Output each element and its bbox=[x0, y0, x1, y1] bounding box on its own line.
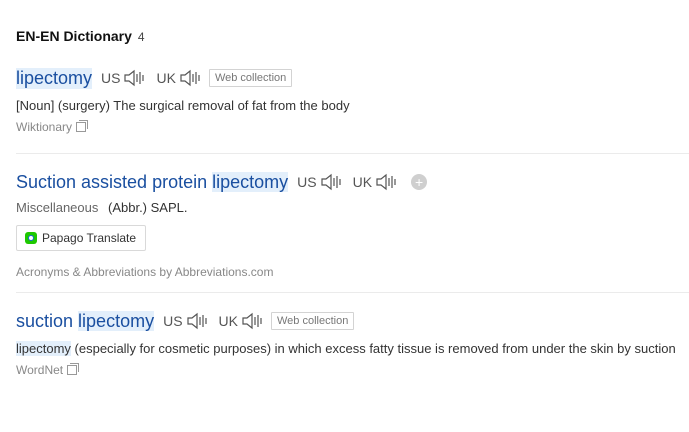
copy-icon[interactable] bbox=[67, 363, 80, 375]
headword-link[interactable]: Suction assisted protein lipectomy bbox=[16, 171, 289, 193]
source-label[interactable]: WordNet bbox=[16, 363, 63, 377]
definition: Miscellaneous (Abbr.) SAPL. bbox=[16, 200, 689, 215]
source-row: Acronyms & Abbreviations by Abbreviation… bbox=[16, 265, 689, 279]
pron-uk: UK bbox=[156, 69, 202, 87]
plus-circle-icon[interactable]: + bbox=[411, 174, 428, 190]
definition: [Noun] (surgery) The surgical removal of… bbox=[16, 98, 350, 113]
entry-lipectomy: lipectomy US UK Web collection [Noun] (s… bbox=[16, 66, 689, 134]
dictionary-header: EN-EN Dictionary 4 bbox=[16, 28, 145, 44]
web-collection-tag: Web collection bbox=[270, 312, 355, 330]
papago-translate-button[interactable]: Papago Translate bbox=[16, 225, 147, 251]
speaker-icon[interactable] bbox=[375, 173, 399, 191]
pron-us: US bbox=[101, 69, 147, 87]
result-count: 4 bbox=[137, 30, 145, 44]
copy-icon[interactable] bbox=[76, 120, 89, 132]
speaker-icon[interactable] bbox=[123, 69, 147, 87]
source-label[interactable]: Wiktionary bbox=[16, 120, 72, 134]
entry-suction-lipectomy: suction lipectomy US UK Web collection l… bbox=[16, 309, 689, 377]
speaker-icon[interactable] bbox=[179, 69, 203, 87]
speaker-icon[interactable] bbox=[241, 312, 265, 330]
headword-link[interactable]: lipectomy bbox=[16, 67, 93, 89]
divider bbox=[16, 153, 689, 154]
category-label: Miscellaneous bbox=[16, 200, 99, 215]
definition-text: (Abbr.) SAPL. bbox=[108, 200, 188, 215]
divider bbox=[16, 292, 689, 293]
entry-suction-assisted-protein-lipectomy: Suction assisted protein lipectomy US UK… bbox=[16, 170, 689, 279]
pron-uk: UK bbox=[219, 312, 265, 330]
pron-us: US bbox=[163, 312, 209, 330]
speaker-icon[interactable] bbox=[186, 312, 210, 330]
source-row: WordNet bbox=[16, 363, 689, 377]
speaker-icon[interactable] bbox=[320, 173, 344, 191]
pron-us: US bbox=[297, 173, 343, 191]
source-label[interactable]: Acronyms & Abbreviations by Abbreviation… bbox=[16, 265, 273, 279]
headword-link[interactable]: suction lipectomy bbox=[16, 310, 155, 332]
papago-logo-icon bbox=[25, 232, 37, 244]
source-row: Wiktionary bbox=[16, 120, 689, 134]
pron-uk: UK bbox=[353, 173, 399, 191]
web-collection-tag: Web collection bbox=[208, 69, 293, 87]
definition: lipectomy (especially for cosmetic purpo… bbox=[16, 341, 676, 356]
dictionary-title: EN-EN Dictionary bbox=[16, 28, 132, 44]
